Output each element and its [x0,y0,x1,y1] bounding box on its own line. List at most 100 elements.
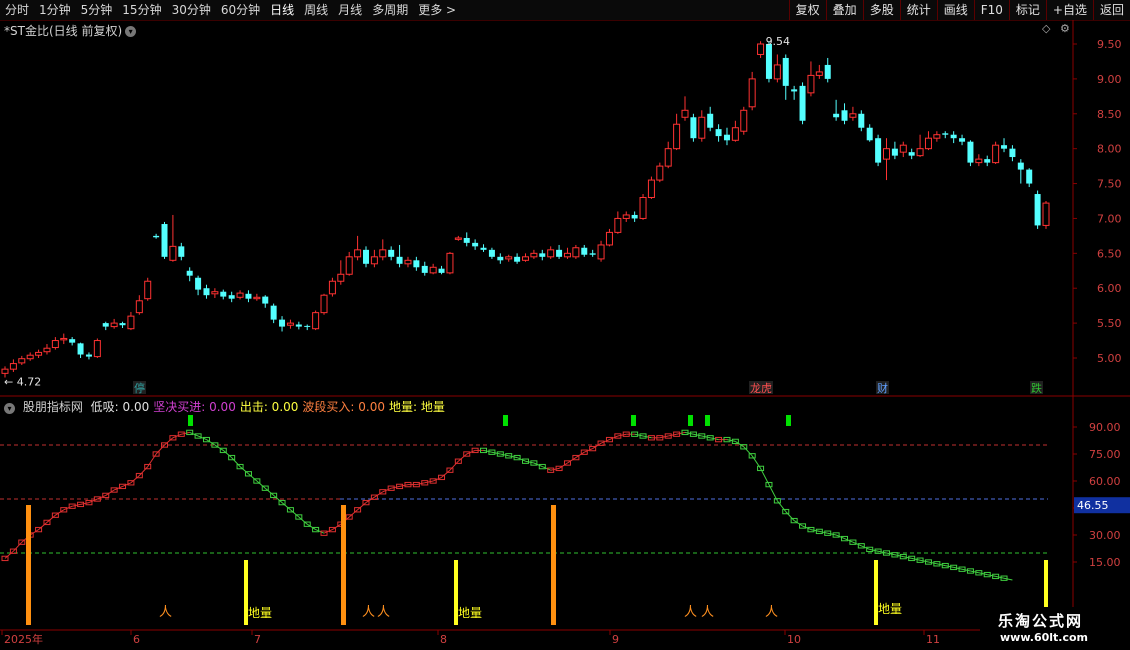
indicator-step [438,474,446,481]
indicator-step [899,553,907,560]
diliang-label: 地量 [458,606,482,620]
indicator-current-value: 46.55 [1077,499,1109,512]
chevron-down-icon[interactable]: ▾ [125,26,137,37]
indicator-segment [365,496,375,504]
indicator-step [924,559,932,565]
candle-body [899,144,907,153]
indicator-segment [323,529,333,534]
watermark-title: 乐淘公式网 [998,612,1084,630]
tab-period-3[interactable]: 15分钟 [117,0,166,20]
toolbar-button-1[interactable]: 叠加 [825,0,863,20]
toolbar-button-0[interactable]: 复权 [788,0,826,20]
indicator-segment [449,460,459,471]
indicator-segment [726,439,736,442]
indicator-segment [533,462,543,468]
indicator-segment [516,457,526,462]
price-tick-label: 9.50 [1097,38,1122,51]
indicator-segment [340,516,350,525]
price-tick-label: 6.50 [1097,247,1122,260]
indicator-step [236,463,244,470]
toolbar-button-7[interactable]: +自选 [1045,0,1093,20]
indicator-step [421,480,429,486]
toolbar-button-2[interactable]: 多股 [862,0,900,20]
indicator-step [832,532,840,538]
indicator-step [992,573,1000,580]
tab-period-0[interactable]: 分时 [0,0,34,20]
indicator-step [261,485,269,491]
candle-body [236,292,244,298]
indicator-segment [768,484,778,502]
tab-period-8[interactable]: 月线 [333,0,367,20]
indicator-step [530,460,538,466]
candle-body [429,266,437,274]
indicator-segment [231,457,241,467]
indicator-current-box [1074,497,1130,514]
candle-body [1017,162,1024,170]
indicator-step [790,517,798,524]
indicator-segment [911,557,921,561]
indicator-segment [659,435,669,439]
tab-period-4[interactable]: 30分钟 [167,0,216,20]
toolbar-button-5[interactable]: F10 [973,0,1009,20]
kline-chart[interactable]: 9.50 9.00 8.50 8.00 7.50 7.00 6.50 6.00 5.50 5.00… [0,0,1130,650]
signal-green-mark [786,415,791,426]
candle-body [1,368,9,374]
indicator-segment [298,516,308,525]
candle-body [85,354,92,357]
indicator-segment [239,466,249,475]
toolbar-button-6[interactable]: 标记 [1008,0,1046,20]
indicator-step [396,483,404,490]
candle-body [370,256,378,265]
candle-body [807,74,815,94]
indicator-segment [248,473,258,482]
candle-body [605,231,613,246]
candle-body [681,109,689,118]
gear-icon[interactable]: ⚙ [1060,22,1070,35]
indicator-step [605,436,613,443]
tab-period-5[interactable]: 60分钟 [216,0,265,20]
indicator-segment [886,552,895,556]
indicator-step [882,550,890,556]
toolbar-button-4[interactable]: 画线 [936,0,974,20]
candle-body [388,249,395,257]
indicator-segment [844,538,854,543]
indicator-step [874,548,882,554]
candle-body [707,113,714,128]
indicator-segment [466,449,476,455]
event-marker: 财 [877,381,888,395]
candle-body [328,280,336,295]
indicator-step [580,449,588,455]
indicator-step [958,566,966,572]
person-icon: 人 [362,605,375,620]
candle-body [992,144,1000,164]
tab-period-10[interactable]: 更多 > [413,0,461,20]
candle-body [815,71,823,76]
toolbar-button-3[interactable]: 统计 [899,0,937,20]
candle-body [639,197,647,219]
candle-body [791,89,798,92]
indicator-segment [600,439,610,444]
indicator-step [857,543,865,549]
signal-green-mark [188,415,193,426]
candle-body [43,347,51,353]
candle-body [421,265,428,273]
diamond-icon[interactable]: ◇ [1042,22,1050,35]
tab-period-6[interactable]: 日线 [265,0,299,20]
indicator-step [933,561,941,567]
tab-period-2[interactable]: 5分钟 [76,0,118,20]
tab-period-1[interactable]: 1分钟 [34,0,76,20]
indicator-segment [483,449,493,453]
candle-body [522,256,529,261]
indicator-segment [785,511,795,521]
tab-period-9[interactable]: 多周期 [367,0,413,20]
candle-body [824,64,831,79]
toolbar-button-8[interactable]: 返回 [1092,0,1130,20]
tab-period-7[interactable]: 周线 [299,0,333,20]
candle-body [438,268,445,273]
candle-body [1026,169,1033,184]
indicator-step [60,507,68,513]
indicator-segment [852,541,862,547]
indicator-name[interactable]: 股朋指标网 [23,400,83,414]
chevron-down-icon[interactable]: ▾ [4,403,15,414]
indicator-step [320,530,328,536]
